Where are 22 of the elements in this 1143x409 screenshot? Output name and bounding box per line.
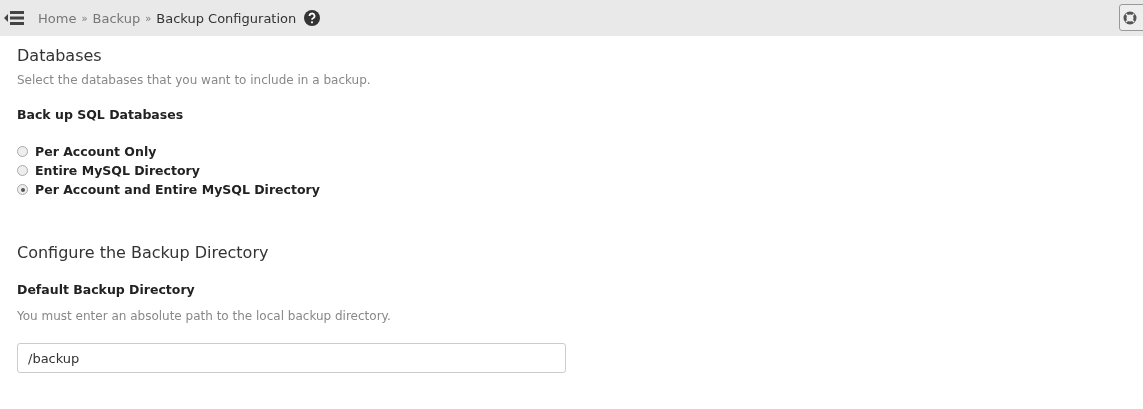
radio-label: Per Account Only: [35, 144, 157, 159]
field-label: Back up SQL Databases: [17, 107, 185, 122]
breadcrumb-link[interactable]: Home: [38, 10, 77, 26]
radio-label: Entire MySQL Directory: [35, 163, 200, 178]
radio-button[interactable]: [17, 146, 28, 157]
help-icon[interactable]: [304, 10, 321, 26]
input-field[interactable]: /backup: [17, 343, 566, 373]
section-title: Configure the Backup Directory: [17, 243, 270, 262]
lifebuoy-icon: [1123, 10, 1137, 25]
radio-button[interactable]: [17, 165, 28, 176]
breadcrumb-separator: »: [81, 12, 88, 24]
field-description: You must enter an absolute path to the local backup directory.: [17, 309, 392, 323]
menu-collapse-icon[interactable]: [4, 11, 24, 25]
radio-button[interactable]: [17, 184, 28, 195]
support-button[interactable]: [1119, 4, 1143, 31]
section-title: Databases: [17, 46, 103, 65]
breadcrumb-separator: »: [145, 12, 152, 24]
radio-label: Per Account and Entire MySQL Directory: [35, 182, 320, 197]
section-description: Select the databases that you want to include in a backup.: [17, 73, 372, 87]
field-label: Default Backup Directory: [17, 282, 196, 297]
breadcrumb-current: Backup Configuration: [156, 10, 297, 26]
breadcrumb-link[interactable]: Backup: [92, 10, 141, 26]
